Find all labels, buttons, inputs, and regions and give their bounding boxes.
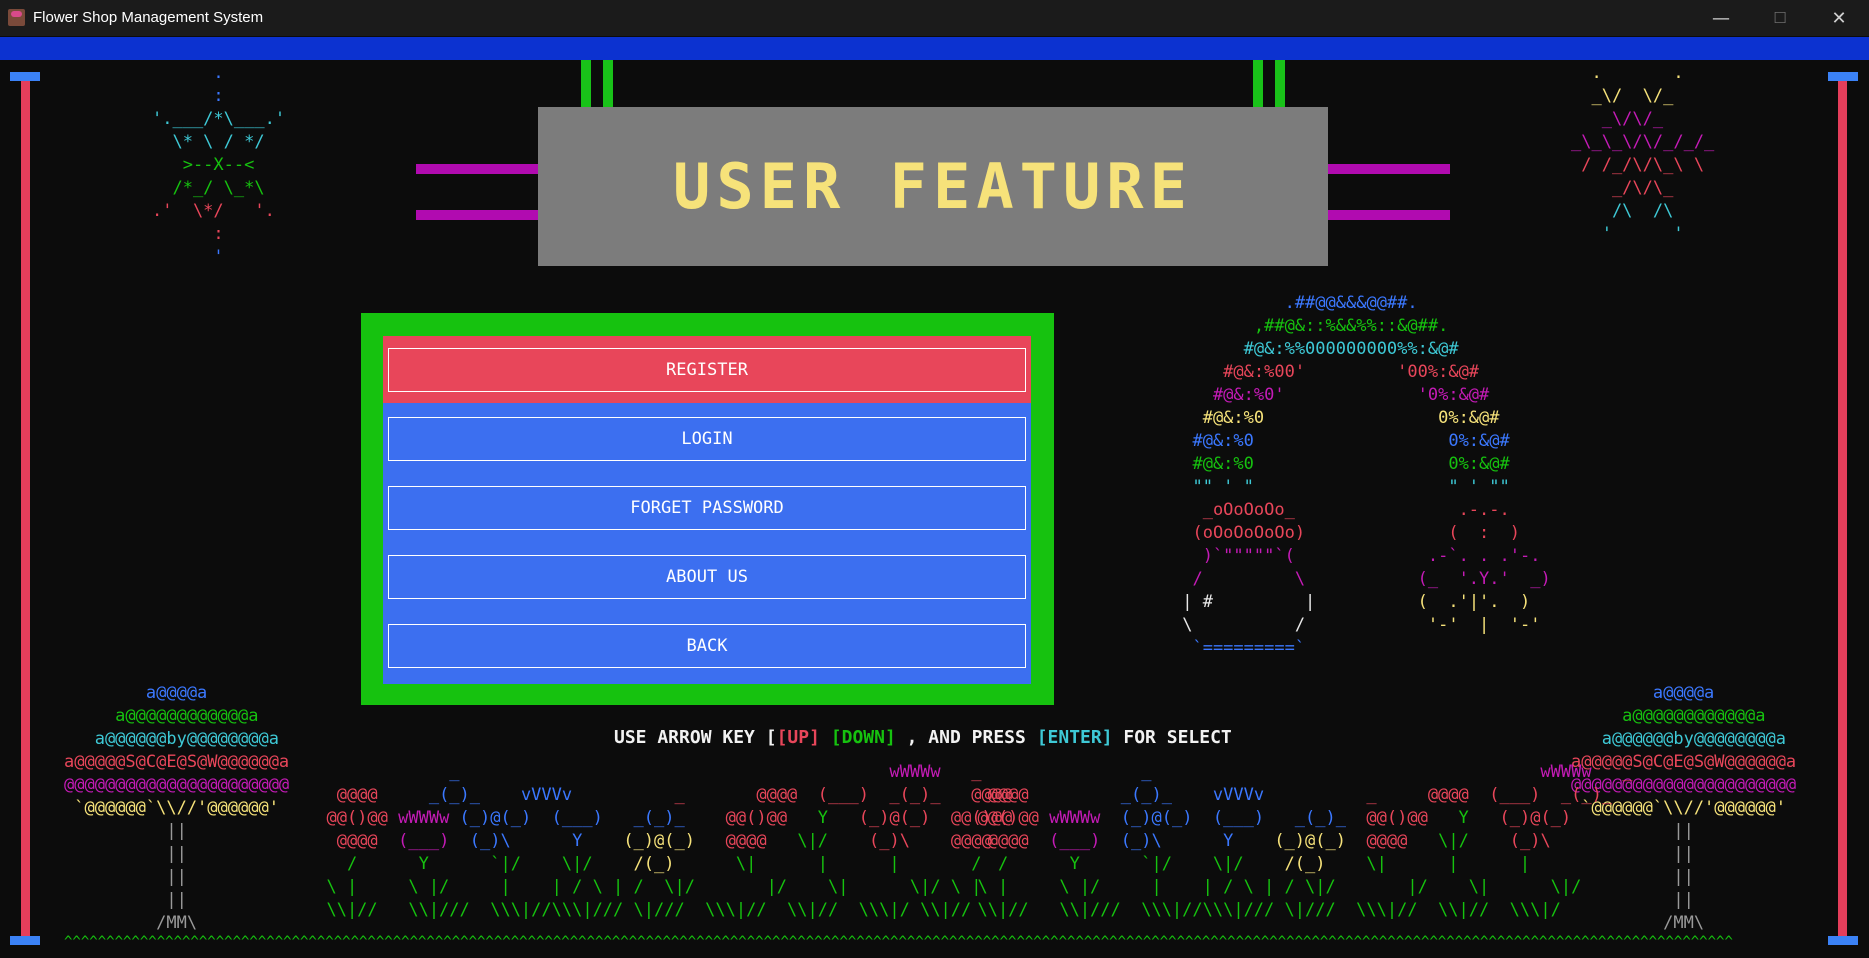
left-pillar-cap-top <box>10 72 40 81</box>
right-pillar-cap-top <box>1828 72 1858 81</box>
instruction-enter-key: [ENTER] <box>1036 727 1113 748</box>
left-tree-ascii-art: a@@@@a a@@@@@@@@@@@@a a@@@@@@by@@@@@@@@a… <box>64 683 290 933</box>
register-button[interactable]: REGISTER <box>388 348 1026 392</box>
rainbow-ascii-art: .##@@&&&@@##. ,##@&::%&&%%::&@##. #@&:%%… <box>1172 293 1551 658</box>
back-button[interactable]: BACK <box>388 624 1026 668</box>
window-titlebar <box>0 0 1869 36</box>
sign-bar <box>416 210 538 220</box>
window-title: Flower Shop Management System <box>33 9 264 26</box>
left-pillar <box>21 81 30 937</box>
instruction-down-key: [DOWN] <box>830 727 896 748</box>
grass-border: ^^^^^^^^^^^^^^^^^^^^^^^^^^^^^^^^^^^^^^^^… <box>64 934 1733 950</box>
instruction-part2: , AND PRESS <box>895 727 1037 748</box>
snowflake-ascii-art: . . _\/ \/_ _\/\/_ _\_\_\/\/_/_/_ / /_/\… <box>1571 63 1715 244</box>
page-title: USER FEATURE <box>673 150 1193 223</box>
star-ascii-art: . : '.___/*\___.' \* \ / */ >--X--< /*_/… <box>152 63 286 267</box>
sign-bar <box>1328 210 1450 220</box>
instruction-part1: USE ARROW KEY [ <box>614 727 777 748</box>
close-icon[interactable]: ✕ <box>1810 0 1868 36</box>
sign-rod <box>1253 60 1263 107</box>
instruction-up-key: [UP] <box>776 727 820 748</box>
flower-shop-app-icon <box>8 9 25 26</box>
sign-rod <box>603 60 613 107</box>
sign-rod <box>1275 60 1285 107</box>
forget-password-button[interactable]: FORGET PASSWORD <box>388 486 1026 530</box>
instruction-text: USE ARROW KEY [[UP] [DOWN] , AND PRESS [… <box>614 727 1232 748</box>
minimize-icon[interactable]: — <box>1692 0 1750 36</box>
flower-garden-right-ascii-art: _ wWWWw _ @@@@ _(_)_ vVVVv _ @@@@ (___) … <box>957 762 1633 920</box>
right-pillar-cap-bottom <box>1828 936 1858 945</box>
sign-rod <box>581 60 591 107</box>
top-banner <box>0 37 1869 60</box>
sign-bar <box>1328 164 1450 174</box>
login-button[interactable]: LOGIN <box>388 417 1026 461</box>
about-us-button[interactable]: ABOUT US <box>388 555 1026 599</box>
right-pillar <box>1838 81 1847 937</box>
maximize-icon[interactable]: ☐ <box>1751 0 1809 36</box>
sign-bar <box>416 164 538 174</box>
left-pillar-cap-bottom <box>10 936 40 945</box>
flower-garden-left-ascii-art: _ wWWWw _ @@@@ _(_)_ vVVVv _ @@@@ (___) … <box>306 762 1013 920</box>
instruction-part3: FOR SELECT <box>1112 727 1232 748</box>
